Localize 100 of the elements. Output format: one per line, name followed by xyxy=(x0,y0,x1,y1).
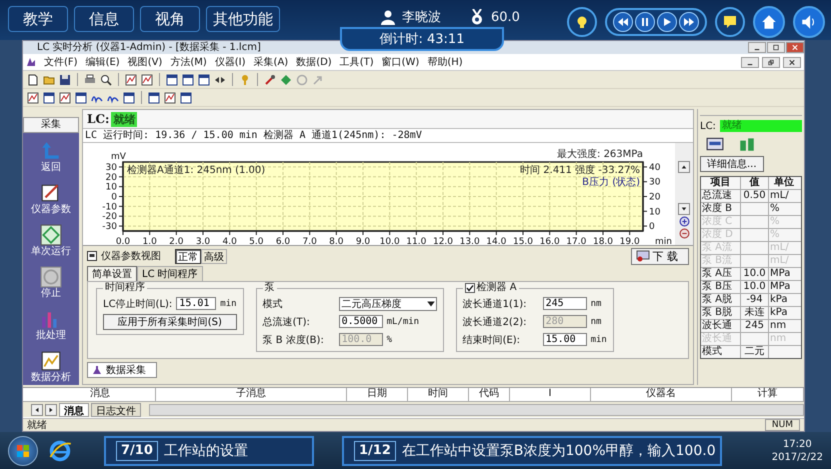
top-tab[interactable]: 其他功能 xyxy=(206,6,280,32)
scroll-right-button[interactable] xyxy=(45,404,57,416)
table-cell-text: mL/ xyxy=(769,190,790,202)
chart-icon[interactable] xyxy=(59,92,71,104)
top-tab[interactable]: 信息 xyxy=(74,6,134,32)
menu-item[interactable]: 工具(T) xyxy=(340,55,374,69)
restore-button[interactable] xyxy=(762,56,780,68)
data-acquisition-tab[interactable]: 数据采集 xyxy=(87,362,157,378)
diamond-icon[interactable] xyxy=(280,74,292,86)
zoom-in-icon[interactable] xyxy=(678,216,690,227)
maximize-button[interactable] xyxy=(767,42,785,53)
chart-icon xyxy=(40,350,62,372)
scroll-left-button[interactable] xyxy=(31,404,43,416)
printer-icon[interactable] xyxy=(84,74,96,86)
wrench-icon[interactable] xyxy=(264,74,276,86)
close-button[interactable] xyxy=(786,42,804,53)
input-field[interactable]: 0.5000 xyxy=(338,315,383,328)
menu-item[interactable]: 编辑(E) xyxy=(86,55,120,69)
window-icon[interactable] xyxy=(182,74,194,86)
x-tick-label: 2.0 xyxy=(169,237,184,245)
collapse-icon[interactable] xyxy=(87,251,97,261)
home-button[interactable] xyxy=(753,6,785,38)
chart-icon[interactable] xyxy=(27,92,39,104)
chart-icon[interactable] xyxy=(164,92,176,104)
table-cell: 波长通 xyxy=(701,320,741,332)
window-icon[interactable] xyxy=(198,74,210,86)
top-tab[interactable]: 视角 xyxy=(140,6,200,32)
right-tick-label: 0 xyxy=(649,222,655,232)
table-cell: 浓度 B xyxy=(701,203,741,215)
browser-icon[interactable] xyxy=(48,438,72,462)
stop-time-input[interactable]: 15.01 xyxy=(176,297,216,310)
medal-icon xyxy=(469,9,485,25)
status-bar: 就绪 xyxy=(720,120,802,132)
speaker-button[interactable] xyxy=(793,6,825,38)
menu-item[interactable]: 采集(A) xyxy=(254,55,288,69)
window-icon[interactable] xyxy=(180,92,192,104)
message-tab[interactable]: 日志文件 xyxy=(91,402,141,416)
fast-forward-button[interactable] xyxy=(679,12,699,32)
max-intensity-label: 最大强度: 263MPa xyxy=(557,149,643,160)
mode-button[interactable]: 高级 xyxy=(201,248,227,264)
mode-dropdown[interactable]: 二元高压梯度 xyxy=(338,296,437,310)
window-icon[interactable] xyxy=(75,92,87,104)
bottles-icon[interactable] xyxy=(738,136,756,152)
apply-button[interactable]: 应用于所有采集时间(S) xyxy=(103,314,237,330)
window-icon[interactable] xyxy=(123,92,135,104)
minimize-button[interactable] xyxy=(741,56,759,68)
num-lock-indicator: NUM xyxy=(764,419,800,431)
settings-tab[interactable]: LC 时间程序 xyxy=(137,266,203,281)
sidebar-item[interactable]: 单次运行 xyxy=(29,223,73,259)
scroll-up-button[interactable] xyxy=(678,161,690,173)
window-icon[interactable] xyxy=(43,92,55,104)
folder-icon[interactable] xyxy=(43,74,55,86)
menu-item[interactable]: 仪器(I) xyxy=(214,55,246,69)
scrollbar[interactable] xyxy=(149,404,804,416)
scroll-down-button[interactable] xyxy=(678,203,690,215)
menu-item[interactable]: 窗口(W) xyxy=(382,55,420,69)
input-field[interactable]: 15.00 xyxy=(542,333,587,346)
group-title: 检测器 A xyxy=(476,282,517,294)
restore-icon xyxy=(768,58,774,66)
instrument-icon[interactable] xyxy=(706,136,724,152)
menu-item[interactable]: 视图(V) xyxy=(128,55,162,69)
mode-button[interactable]: 正常 xyxy=(175,248,201,264)
top-tab[interactable]: 教学 xyxy=(8,6,68,32)
status-label: LC: xyxy=(700,120,716,132)
sidebar-item[interactable]: 数据分析 xyxy=(29,349,73,385)
y-tick-label: 20 xyxy=(106,172,117,183)
right-tick-label: 20 xyxy=(649,192,660,202)
window-icon[interactable] xyxy=(166,74,178,86)
sidebar-item[interactable]: 返回 xyxy=(38,139,64,175)
bulb-button[interactable] xyxy=(567,7,597,37)
play-button[interactable] xyxy=(657,12,677,32)
download-button[interactable]: 下 载 xyxy=(630,248,689,264)
sidebar-item[interactable]: 停止 xyxy=(38,265,64,301)
run-info: LC 运行时间: 19.36 / 15.00 min 检测器 A 通道1(245nm): -28mV xyxy=(83,129,693,143)
menu-item[interactable]: 帮助(H) xyxy=(427,55,463,69)
column-header: 消息 xyxy=(45,388,156,401)
rewind-button[interactable] xyxy=(613,12,633,32)
chart-icon[interactable] xyxy=(141,74,153,86)
chart-icon[interactable] xyxy=(125,74,137,86)
window-icon[interactable] xyxy=(148,92,160,104)
message-tab[interactable]: 消息 xyxy=(59,402,89,416)
chat-button[interactable] xyxy=(715,7,745,37)
sidebar-item[interactable]: 批处理 xyxy=(34,307,68,343)
settings-tab[interactable]: 简单设置 xyxy=(87,266,137,281)
magnifier-icon[interactable] xyxy=(100,74,112,86)
start-button[interactable] xyxy=(8,436,38,466)
close-button[interactable] xyxy=(783,56,801,68)
menu-item[interactable]: 文件(F) xyxy=(44,55,78,69)
menu-item[interactable]: 数据(D) xyxy=(296,55,332,69)
pause-button[interactable] xyxy=(635,12,655,32)
details-button[interactable]: 详细信息... xyxy=(700,156,764,172)
zoom-out-icon[interactable] xyxy=(678,228,690,239)
x-tick-label: 16.0 xyxy=(540,237,560,245)
download-icon xyxy=(636,250,650,262)
checkbox[interactable] xyxy=(464,283,475,293)
input-field[interactable]: 245 xyxy=(542,297,587,310)
doc-icon[interactable] xyxy=(27,74,39,86)
sidebar-item[interactable]: 仪器参数 xyxy=(29,181,73,217)
menu-item[interactable]: 方法(M) xyxy=(170,55,207,69)
y-tick-label: -20 xyxy=(102,212,117,222)
